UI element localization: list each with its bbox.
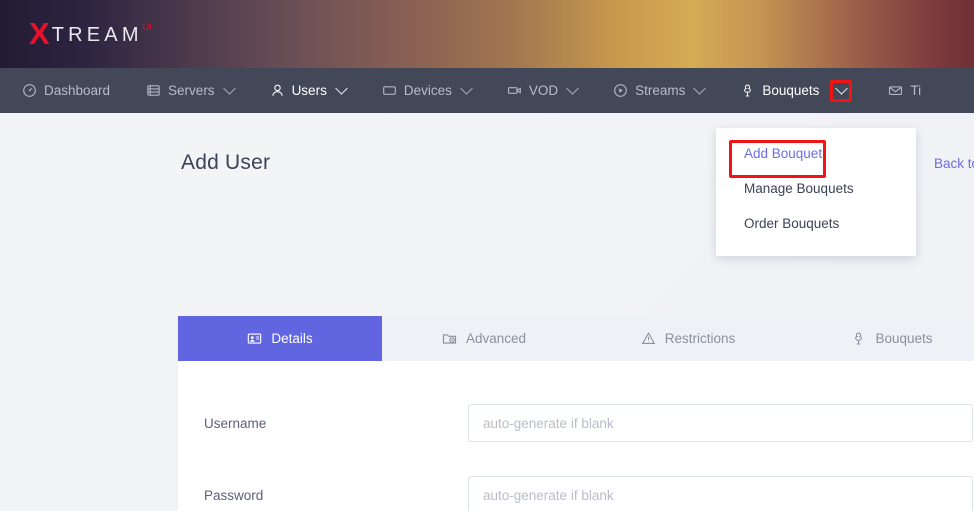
form-row-username: Username <box>178 387 974 459</box>
bouquet-icon <box>851 331 866 346</box>
label-password: Password <box>204 487 264 503</box>
nav-item-users[interactable]: Users <box>270 68 348 113</box>
logo-wordmark: TREAM <box>51 24 143 46</box>
nav-label-users: Users <box>291 83 327 98</box>
tab-details[interactable]: Details <box>178 316 382 361</box>
back-to-users-link[interactable]: Back to Users <box>934 156 974 171</box>
nav-item-servers[interactable]: Servers <box>146 68 236 113</box>
xtream-logo[interactable]: X TREAM UI <box>29 18 152 50</box>
device-icon <box>382 83 397 98</box>
dropdown-item-manage-bouquets[interactable]: Manage Bouquets <box>716 172 916 207</box>
bouquet-icon <box>740 83 755 98</box>
play-circle-icon <box>613 83 628 98</box>
tab-advanced[interactable]: Advanced <box>382 316 586 361</box>
password-input[interactable] <box>468 476 973 511</box>
envelope-icon <box>888 83 903 98</box>
add-user-form: Username Password Owner* admin <box>178 361 974 511</box>
tab-label-advanced: Advanced <box>465 331 527 346</box>
nav-item-streams[interactable]: Streams <box>613 68 707 113</box>
add-user-card: Details Advanced Restrictions Bouquets U… <box>178 316 974 511</box>
nav-label-streams: Streams <box>635 83 686 98</box>
gauge-icon <box>22 83 37 98</box>
nav-label-devices: Devices <box>403 83 452 98</box>
chevron-down-icon[interactable] <box>835 82 848 95</box>
nav-label-tickets: Ti <box>910 83 922 98</box>
id-card-icon <box>247 331 262 346</box>
nav-item-vod[interactable]: VOD <box>507 68 579 113</box>
brand-header: X TREAM UI <box>0 0 974 68</box>
control-username <box>468 404 973 442</box>
tab-bouquets[interactable]: Bouquets <box>790 316 974 361</box>
folder-info-icon <box>442 331 457 346</box>
form-row-password: Password <box>178 459 974 511</box>
nav-label-bouquets: Bouquets <box>762 83 820 98</box>
logo-superscript: UI <box>142 22 152 32</box>
tab-label-details: Details <box>271 331 313 346</box>
bouquets-dropdown-menu: Add Bouquet Manage Bouquets Order Bouque… <box>716 128 916 256</box>
chevron-down-icon[interactable] <box>222 82 236 95</box>
chevron-down-icon[interactable] <box>566 82 579 95</box>
form-tabs: Details Advanced Restrictions Bouquets <box>178 316 974 361</box>
control-password <box>468 476 973 511</box>
nav-label-dashboard: Dashboard <box>44 83 111 98</box>
bouquets-chevron-highlight[interactable] <box>830 79 853 102</box>
dropdown-item-order-bouquets[interactable]: Order Bouquets <box>716 207 916 242</box>
chevron-down-icon[interactable] <box>334 82 348 95</box>
nav-item-devices[interactable]: Devices <box>382 68 473 113</box>
chevron-down-icon[interactable] <box>459 82 473 95</box>
nav-item-dashboard[interactable]: Dashboard <box>22 68 110 113</box>
label-username: Username <box>204 415 267 431</box>
server-icon <box>146 83 161 98</box>
tab-label-restrictions: Restrictions <box>664 331 736 346</box>
warning-icon <box>641 331 656 346</box>
video-icon <box>507 83 522 98</box>
chevron-down-icon[interactable] <box>693 82 707 95</box>
tab-restrictions[interactable]: Restrictions <box>586 316 790 361</box>
nav-label-servers: Servers <box>168 83 215 98</box>
main-navbar: Dashboard Servers Users Devices VOD Stre… <box>0 68 974 122</box>
nav-label-vod: VOD <box>528 83 559 98</box>
nav-item-tickets[interactable]: Ti <box>888 68 921 113</box>
dropdown-item-add-bouquet[interactable]: Add Bouquet <box>716 137 916 172</box>
user-icon <box>270 83 285 98</box>
nav-item-bouquets[interactable]: Bouquets <box>740 68 853 113</box>
logo-x-mark: X <box>29 16 50 51</box>
tab-label-bouquets: Bouquets <box>875 331 933 346</box>
page-title: Add User <box>181 151 271 174</box>
username-input[interactable] <box>468 404 973 442</box>
